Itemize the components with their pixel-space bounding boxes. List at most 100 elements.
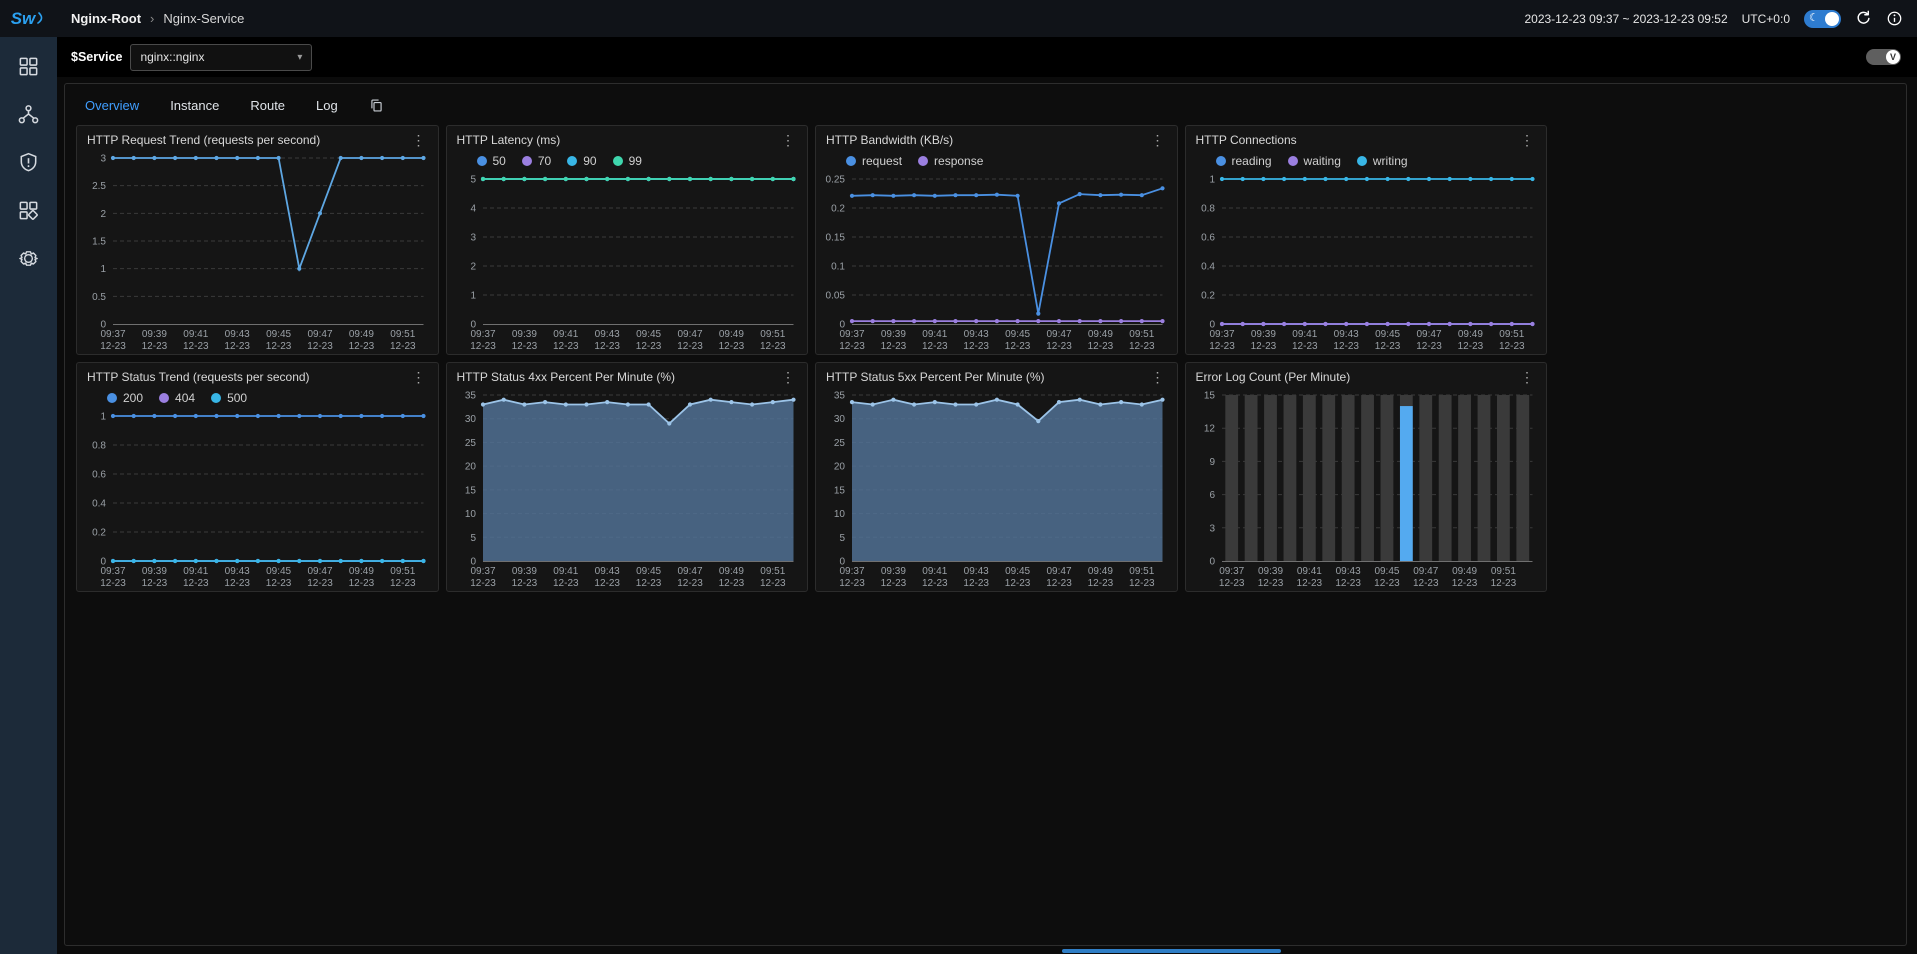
svg-text:09:47: 09:47 — [677, 329, 702, 340]
svg-text:2.5: 2.5 — [92, 181, 106, 192]
svg-text:15: 15 — [464, 485, 476, 496]
svg-text:09:37: 09:37 — [1219, 566, 1244, 577]
refresh-icon[interactable] — [1855, 10, 1872, 27]
legend-dot — [567, 156, 577, 166]
svg-text:15: 15 — [1203, 391, 1215, 402]
version-toggle[interactable]: V — [1866, 49, 1901, 65]
tab-overview[interactable]: Overview — [85, 98, 139, 113]
card-http-connections: HTTP Connections ⋮ reading waiting writing… — [1185, 125, 1548, 355]
svg-text:1: 1 — [1209, 175, 1215, 186]
chart-legend: request response — [816, 149, 1177, 170]
chevron-right-icon: › — [150, 11, 154, 26]
svg-text:09:45: 09:45 — [266, 566, 291, 577]
legend-item-waiting[interactable]: waiting — [1288, 154, 1341, 168]
legend-item-90[interactable]: 90 — [567, 154, 596, 168]
chart-menu-icon[interactable]: ⋮ — [410, 370, 428, 384]
horizontal-scrollbar-thumb[interactable] — [1062, 949, 1281, 953]
svg-text:10: 10 — [464, 509, 476, 520]
svg-text:12-23: 12-23 — [677, 578, 703, 589]
legend-item-200[interactable]: 200 — [107, 391, 143, 405]
chart-card-header: HTTP Status 4xx Percent Per Minute (%) ⋮ — [447, 363, 808, 386]
breadcrumb-current[interactable]: Nginx-Service — [163, 11, 244, 26]
svg-text:12-23: 12-23 — [224, 578, 250, 589]
svg-text:12-23: 12-23 — [1250, 341, 1276, 352]
svg-text:12-23: 12-23 — [1046, 341, 1072, 352]
chart-canvas[interactable]: 00.20.40.60.8109:3712-2309:3912-2309:411… — [77, 407, 438, 591]
svg-text:20: 20 — [464, 462, 476, 473]
legend-item-500[interactable]: 500 — [211, 391, 247, 405]
dashboard-container: Overview Instance Route Log HTTP Request… — [64, 83, 1907, 946]
chart-menu-icon[interactable]: ⋮ — [779, 133, 797, 147]
tab-route[interactable]: Route — [250, 98, 285, 113]
svg-text:12-23: 12-23 — [677, 341, 703, 352]
info-icon[interactable] — [1886, 10, 1903, 27]
svg-text:09:47: 09:47 — [1413, 566, 1438, 577]
svg-text:0.2: 0.2 — [1201, 291, 1215, 302]
legend-item-reading[interactable]: reading — [1216, 154, 1272, 168]
legend-item-99[interactable]: 99 — [613, 154, 642, 168]
svg-text:09:39: 09:39 — [511, 566, 536, 577]
svg-text:0.8: 0.8 — [1201, 204, 1215, 215]
legend-dot — [211, 393, 221, 403]
svg-text:5: 5 — [839, 533, 845, 544]
legend-item-50[interactable]: 50 — [477, 154, 506, 168]
legend-dot — [846, 156, 856, 166]
tab-log[interactable]: Log — [316, 98, 338, 113]
legend-item-404[interactable]: 404 — [159, 391, 195, 405]
theme-toggle[interactable]: ☾ — [1804, 10, 1841, 28]
legend-label: reading — [1232, 154, 1272, 168]
tab-instance[interactable]: Instance — [170, 98, 219, 113]
svg-text:09:47: 09:47 — [1046, 566, 1071, 577]
chart-canvas[interactable]: 0369121509:3712-2309:3912-2309:4112-2309… — [1186, 386, 1547, 591]
chart-menu-icon[interactable]: ⋮ — [1518, 133, 1536, 147]
chart-card-header: HTTP Connections ⋮ — [1186, 126, 1547, 149]
legend-label: 200 — [123, 391, 143, 405]
svg-text:12-23: 12-23 — [511, 578, 537, 589]
timezone[interactable]: UTC+0:0 — [1742, 12, 1790, 26]
time-range[interactable]: 2023-12-23 09:37 ~ 2023-12-23 09:52 — [1524, 12, 1727, 26]
chart-menu-icon[interactable]: ⋮ — [1149, 133, 1167, 147]
legend-item-70[interactable]: 70 — [522, 154, 551, 168]
dashboards-icon[interactable] — [17, 55, 40, 78]
topology-icon[interactable] — [17, 103, 40, 126]
chart-menu-icon[interactable]: ⋮ — [1149, 370, 1167, 384]
chart-menu-icon[interactable]: ⋮ — [1518, 370, 1536, 384]
svg-text:0.5: 0.5 — [92, 292, 106, 303]
svg-text:12-23: 12-23 — [470, 341, 496, 352]
service-select[interactable]: nginx::nginx ▾ — [130, 44, 312, 71]
chart-title: HTTP Connections — [1196, 133, 1297, 147]
chart-canvas[interactable]: 00.511.522.5309:3712-2309:3912-2309:4112… — [77, 149, 438, 354]
svg-text:12-23: 12-23 — [718, 578, 744, 589]
svg-text:09:49: 09:49 — [1088, 329, 1113, 340]
svg-text:0.6: 0.6 — [1201, 233, 1215, 244]
chart-canvas[interactable]: 01234509:3712-2309:3912-2309:4112-2309:4… — [447, 170, 808, 354]
alarm-icon[interactable] — [17, 151, 40, 174]
chart-menu-icon[interactable]: ⋮ — [410, 133, 428, 147]
chart-canvas[interactable]: 0510152025303509:3712-2309:3912-2309:411… — [816, 386, 1177, 591]
svg-text:09:37: 09:37 — [839, 329, 864, 340]
svg-text:3: 3 — [470, 233, 476, 244]
legend-item-writing[interactable]: writing — [1357, 154, 1408, 168]
chart-canvas[interactable]: 0510152025303509:3712-2309:3912-2309:411… — [447, 386, 808, 591]
legend-item-request[interactable]: request — [846, 154, 902, 168]
chart-menu-icon[interactable]: ⋮ — [779, 370, 797, 384]
svg-text:09:41: 09:41 — [1292, 329, 1317, 340]
svg-text:12-23: 12-23 — [349, 341, 375, 352]
svg-text:09:37: 09:37 — [470, 566, 495, 577]
svg-text:12-23: 12-23 — [594, 578, 620, 589]
chart-canvas[interactable]: 00.20.40.60.8109:3712-2309:3912-2309:411… — [1186, 170, 1547, 354]
app-logo[interactable]: Sw — [0, 9, 57, 29]
marketplace-icon[interactable] — [17, 199, 40, 222]
settings-icon[interactable] — [17, 247, 40, 270]
svg-text:09:39: 09:39 — [511, 329, 536, 340]
breadcrumb-root[interactable]: Nginx-Root — [71, 11, 141, 26]
svg-text:12-23: 12-23 — [390, 578, 416, 589]
legend-item-response[interactable]: response — [918, 154, 983, 168]
legend-label: 90 — [583, 154, 596, 168]
chart-canvas[interactable]: 00.050.10.150.20.2509:3712-2309:3912-230… — [816, 170, 1177, 354]
svg-text:12-23: 12-23 — [760, 578, 786, 589]
legend-label: 500 — [227, 391, 247, 405]
chart-card-header: HTTP Status Trend (requests per second) … — [77, 363, 438, 386]
legend-dot — [477, 156, 487, 166]
copy-icon[interactable] — [369, 98, 384, 113]
